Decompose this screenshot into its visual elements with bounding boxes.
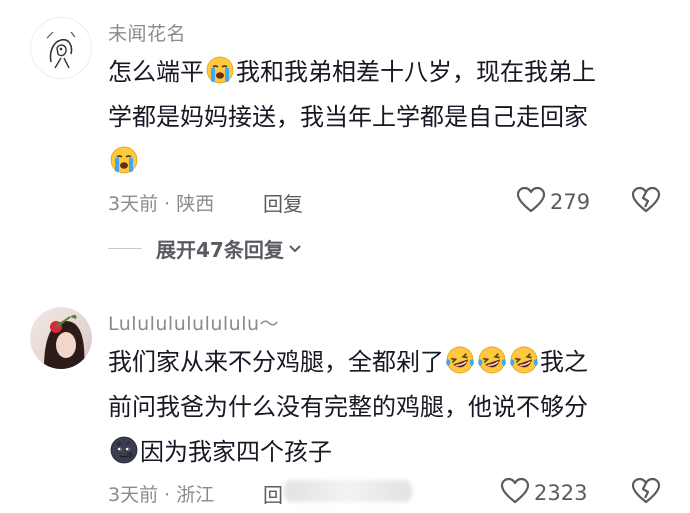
comment-text-segment: 怎么端平 xyxy=(108,58,204,86)
meta-separator: · xyxy=(164,484,171,506)
comment-time: 3天前 xyxy=(108,193,159,215)
comment-time: 3天前 xyxy=(108,484,159,506)
like-count: 2323 xyxy=(534,481,588,505)
comment-username[interactable]: 未闻花名 xyxy=(108,19,186,46)
comment-meta: 3天前 · 陕西 xyxy=(108,189,214,216)
comment-meta: 3天前 · 浙江 xyxy=(108,480,214,507)
comment-line: 学都是妈妈接送，我当年上学都是自己走回家 xyxy=(108,95,668,140)
comment-line: 怎么端平 我和我弟相差十八岁，现在我弟上 xyxy=(108,50,668,95)
dislike-button[interactable] xyxy=(631,477,661,509)
comment-location: 陕西 xyxy=(176,193,215,215)
comment-text-segment: 因为我家四个孩子 xyxy=(140,438,332,466)
like-button[interactable]: 2323 xyxy=(500,477,587,509)
comment-line: 我们家从来不分鸡腿，全都剁了 我之 xyxy=(108,340,668,385)
laughing-crying-face-emoji-icon xyxy=(509,345,539,375)
crying-face-emoji-icon xyxy=(109,145,139,175)
heart-icon xyxy=(516,186,546,218)
new-moon-face-emoji-icon xyxy=(109,435,139,465)
comment-text-segment: 我们家从来不分鸡腿，全都剁了 xyxy=(108,348,444,376)
expand-replies-label: 展开47条回复 xyxy=(156,238,284,262)
dislike-button[interactable] xyxy=(631,186,661,218)
meta-separator: · xyxy=(164,193,171,215)
comment-text-segment: 我之 xyxy=(540,348,588,376)
comment-line: 前问我爸为什么没有完整的鸡腿，他说不够分 xyxy=(108,385,668,430)
like-button[interactable]: 279 xyxy=(516,186,590,218)
comment-line xyxy=(108,140,668,185)
broken-heart-icon xyxy=(631,186,661,218)
comment-text-segment: 学都是妈妈接送，我当年上学都是自己走回家 xyxy=(108,103,588,131)
laughing-crying-face-emoji-icon xyxy=(445,345,475,375)
expand-replies-button[interactable]: 展开47条回复 xyxy=(108,234,302,263)
comment-line: 因为我家四个孩子 xyxy=(108,430,668,475)
avatar[interactable] xyxy=(30,17,92,79)
like-count: 279 xyxy=(550,190,591,214)
heart-icon xyxy=(500,477,530,509)
divider xyxy=(108,248,142,249)
comment-username[interactable]: Lulululululululu～ xyxy=(108,309,279,336)
comment-text: 怎么端平 我和我弟相差十八岁，现在我弟上学都是妈妈接送，我当年上学都是自己走回家 xyxy=(108,50,668,185)
broken-heart-icon xyxy=(631,477,661,509)
comment-text-segment: 我和我弟相差十八岁，现在我弟上 xyxy=(236,58,596,86)
watermark-blur xyxy=(284,480,412,502)
chevron-down-icon xyxy=(288,239,302,258)
comment-location: 浙江 xyxy=(176,484,215,506)
comment-text: 我们家从来不分鸡腿，全都剁了 我之前问我爸为什么没有完整的鸡腿，他说不够分因为我家… xyxy=(108,340,668,475)
laughing-crying-face-emoji-icon xyxy=(477,345,507,375)
comment-text-segment: 前问我爸为什么没有完整的鸡腿，他说不够分 xyxy=(108,393,588,421)
reply-button[interactable]: 回 xyxy=(263,479,283,508)
reply-button[interactable]: 回复 xyxy=(263,188,303,217)
crying-face-emoji-icon xyxy=(205,55,235,85)
avatar[interactable] xyxy=(30,307,92,369)
